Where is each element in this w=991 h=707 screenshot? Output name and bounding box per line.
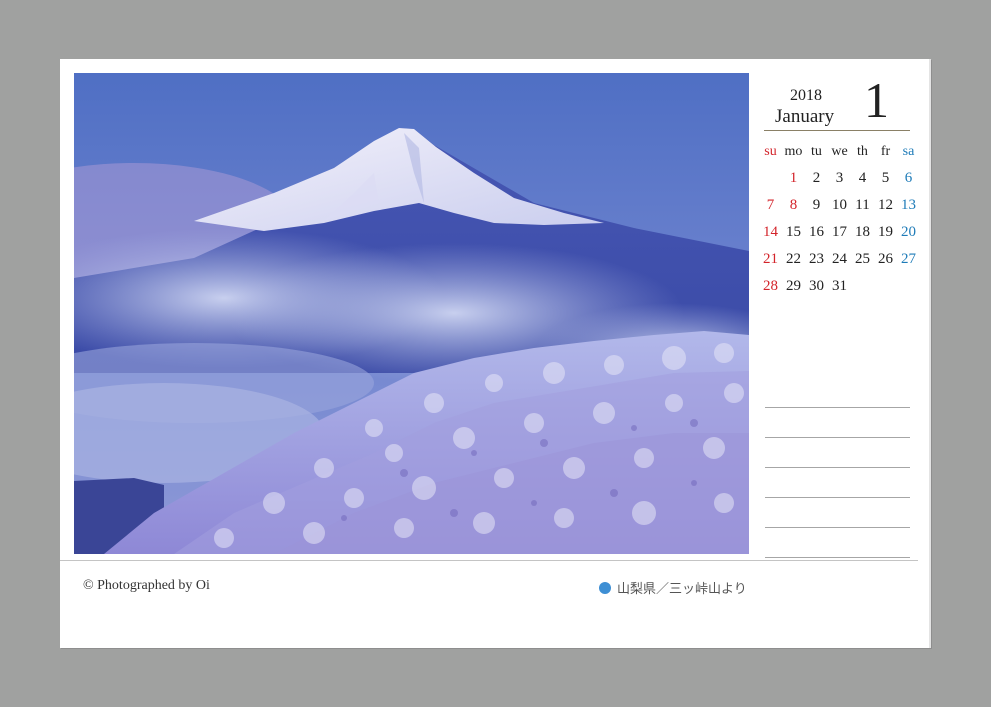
weekday-fr: fr [880,144,891,159]
photo-location-text: 山梨県／三ッ峠山より [617,582,747,597]
calendar-day: 9 [812,197,821,213]
calendar-empty-cell [897,273,920,300]
calendar-page: 2018 January 1 su mo tu we th fr sa 1234… [60,59,931,648]
header-divider [764,130,910,131]
calendar-day: 5 [881,170,890,186]
weekday-row: su mo tu we th fr sa [759,139,920,165]
calendar-day: 22 [786,251,801,267]
calendar-day: 8 [789,197,798,213]
calendar-grid: su mo tu we th fr sa 1 2 3 4 5 6 7 8 9 10 11 12 13 14… [759,139,920,300]
calendar-week-row: 28 29 30 31 [759,273,920,300]
calendar-day: 4 [858,170,867,186]
calendar-day: 27 [901,251,916,267]
calendar-day: 31 [832,278,847,294]
photo-location: 山梨県／三ッ峠山より [599,578,747,597]
calendar-day: 30 [809,278,824,294]
note-line [765,527,910,528]
calendar-day: 16 [809,224,824,240]
calendar-day: 24 [832,251,847,267]
calendar-week-row: 123456 [759,165,920,192]
calendar-table: su mo tu we th fr sa 1 2 3 4 5 6 7 8 9 10 11 12 13 14… [759,139,920,300]
calendar-day: 1 [789,170,798,186]
calendar-day: 20 [901,224,916,240]
calendar-day: 10 [832,197,847,213]
calendar-month-name: January [775,106,835,127]
calendar-day: 6 [904,170,913,186]
calendar-day: 12 [878,197,893,213]
calendar-day: 7 [766,197,775,213]
mount-fuji-photo [74,73,749,554]
calendar-day: 3 [835,170,844,186]
calendar-empty-cell [759,165,782,192]
page-edge [929,59,931,648]
calendar-day: 15 [786,224,801,240]
note-line [765,467,910,468]
photo-credit: © Photographed by Oi [83,578,210,593]
calendar-day: 2 [812,170,821,186]
calendar-day: 11 [855,197,870,213]
calendar-day: 19 [878,224,893,240]
calendar-day: 25 [855,251,870,267]
note-line [765,557,910,558]
weekday-mo: mo [784,144,803,159]
note-line [765,437,910,438]
weekday-tu: tu [811,144,822,159]
calendar-day: 28 [763,278,778,294]
mount-fuji-photo-icon [74,73,749,554]
calendar-week-row: 21 22 23 24 25 26 27 [759,246,920,273]
calendar-header: 2018 January 1 [764,72,910,133]
calendar-day: 23 [809,251,824,267]
calendar-month-number: 1 [864,72,889,128]
calendar-week-row: 7 8 9 10 11 12 13 [759,192,920,219]
calendar-day: 14 [763,224,778,240]
weekday-th: th [857,144,868,159]
footer-divider [60,560,918,561]
calendar-day: 13 [901,197,916,213]
calendar-day: 26 [878,251,893,267]
calendar-day: 29 [786,278,801,294]
calendar-year: 2018 [790,87,822,104]
calendar-day: 21 [763,251,778,267]
note-line [765,407,910,408]
location-dot-icon [599,581,611,594]
weekday-sa: sa [902,144,915,159]
note-line [765,497,910,498]
weekday-we: we [831,144,848,159]
calendar-day: 17 [832,224,847,240]
calendar-empty-cell [874,273,897,300]
calendar-week-row: 14 15 16 17 18 19 20 [759,219,920,246]
calendar-day: 18 [855,224,870,240]
weekday-su: su [764,144,777,159]
calendar-empty-cell [851,273,874,300]
